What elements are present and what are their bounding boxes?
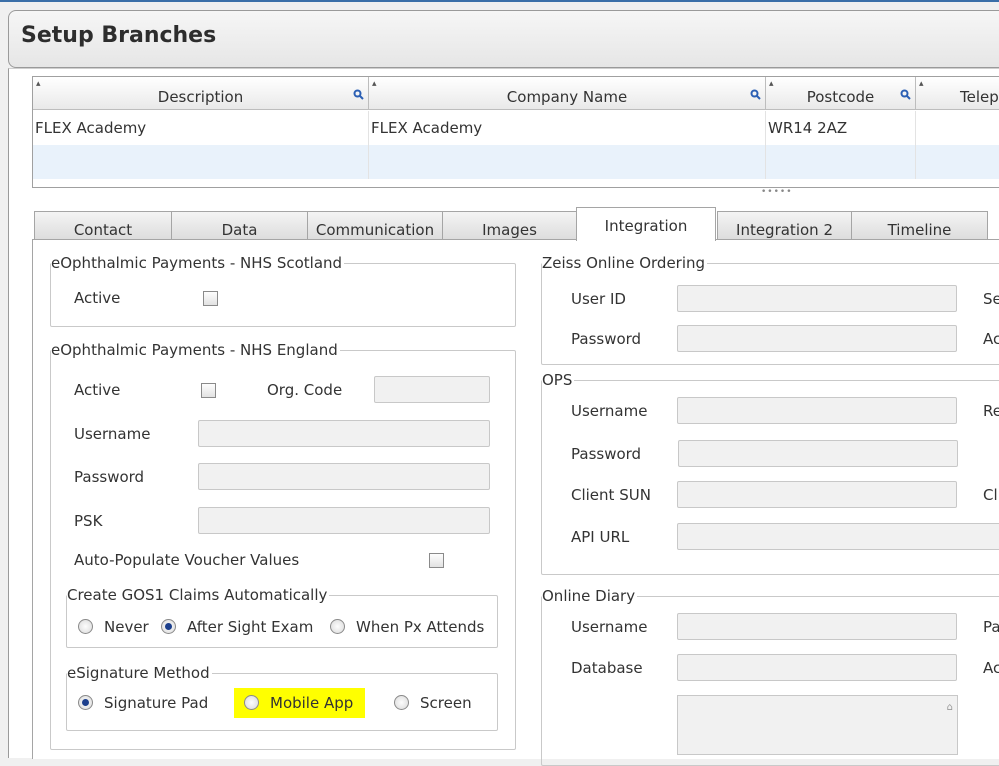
esignature-mobile-app-radio[interactable] — [244, 695, 259, 710]
tab-timeline[interactable]: Timeline — [851, 211, 988, 240]
table-cell — [33, 145, 369, 179]
diary-notes-textarea[interactable]: ⌂ — [677, 695, 958, 755]
gos1-never-label: Never — [104, 618, 149, 636]
column-header-label: Telep — [960, 88, 999, 106]
diary-database-input[interactable] — [677, 654, 957, 681]
psk-label: PSK — [74, 512, 103, 530]
zeiss-side-label-2: Ac — [983, 330, 999, 348]
username-input[interactable] — [198, 420, 490, 447]
sort-icon: ▴ — [769, 79, 774, 89]
group-legend: Online Diary — [542, 587, 638, 605]
ops-username-input[interactable] — [677, 397, 957, 424]
table-cell: FLEX Academy — [33, 111, 369, 145]
group-legend: OPS — [542, 371, 575, 389]
nhs-england-active-checkbox[interactable] — [201, 383, 216, 398]
tab-integration[interactable]: Integration — [576, 207, 716, 241]
gos1-after-sight-exam-label: After Sight Exam — [187, 618, 314, 636]
psk-input[interactable] — [198, 507, 490, 534]
diary-database-label: Database — [571, 659, 643, 677]
password-input[interactable] — [198, 463, 490, 490]
column-header-label: Description — [157, 88, 244, 106]
zeiss-password-input[interactable] — [677, 325, 957, 352]
table-cell: FLEX Academy — [369, 111, 766, 145]
diary-username-input[interactable] — [677, 613, 957, 640]
ops-api-url-label: API URL — [571, 528, 630, 546]
zeiss-user-id-input[interactable] — [677, 285, 957, 312]
table-cell: WR14 2AZ — [766, 111, 916, 145]
esignature-screen-radio[interactable] — [394, 695, 409, 710]
sort-icon: ▴ — [372, 79, 377, 89]
column-header-company-name[interactable]: ▴ Company Name — [369, 77, 766, 110]
gos1-after-sight-exam-radio[interactable] — [161, 619, 176, 634]
zeiss-side-label-1: Se — [983, 290, 999, 308]
column-header-label: Postcode — [806, 88, 875, 106]
ops-side-label-2: Cl — [983, 486, 998, 504]
ops-side-label-1: Re — [983, 402, 999, 420]
nhs-scotland-active-checkbox[interactable] — [203, 291, 218, 306]
table-cell — [916, 111, 999, 145]
auto-populate-label: Auto-Populate Voucher Values — [74, 551, 300, 569]
org-code-label: Org. Code — [267, 381, 343, 399]
ops-password-input[interactable] — [678, 440, 958, 467]
gos1-when-px-attends-label: When Px Attends — [356, 618, 485, 636]
column-header-label: Company Name — [506, 88, 628, 106]
table-row[interactable]: FLEX Academy FLEX Academy WR14 2AZ — [33, 111, 999, 145]
tab-images[interactable]: Images — [442, 211, 577, 240]
search-icon[interactable] — [900, 89, 911, 100]
password-label: Password — [74, 468, 145, 486]
esignature-mobile-app-label: Mobile App — [270, 694, 354, 712]
table-cell — [916, 145, 999, 179]
branches-grid: ▴ Description ▴ Company Name ▴ Postcode … — [32, 76, 999, 188]
sort-icon: ▴ — [36, 79, 41, 89]
gos1-when-px-attends-radio[interactable] — [330, 619, 345, 634]
esignature-signature-pad-label: Signature Pad — [104, 694, 209, 712]
nhs-scotland-active-label: Active — [74, 289, 121, 307]
tab-strip: Contact Data Communication Images Integr… — [34, 207, 999, 241]
group-legend: eOphthalmic Payments - NHS England — [51, 341, 340, 359]
ops-password-label: Password — [571, 445, 642, 463]
diary-side-label-1: Pa — [983, 618, 999, 636]
title-bar: Setup Branches — [8, 10, 999, 68]
group-legend: Create GOS1 Claims Automatically — [67, 586, 330, 604]
group-legend: Zeiss Online Ordering — [542, 254, 708, 272]
window-top-border — [0, 0, 999, 2]
ops-username-label: Username — [571, 402, 648, 420]
diary-username-label: Username — [571, 618, 648, 636]
search-icon[interactable] — [750, 89, 761, 100]
esignature-signature-pad-radio[interactable] — [78, 695, 93, 710]
column-header-description[interactable]: ▴ Description — [33, 77, 369, 110]
nhs-england-active-label: Active — [74, 381, 121, 399]
splitter-grip[interactable]: ••••• — [761, 187, 793, 197]
ops-client-sun-input[interactable] — [677, 481, 957, 508]
column-header-postcode[interactable]: ▴ Postcode — [766, 77, 916, 110]
sort-icon: ▴ — [919, 79, 924, 89]
zeiss-user-id-label: User ID — [571, 290, 626, 308]
column-header-telephone[interactable]: ▴ Telep — [916, 77, 999, 110]
table-cell — [766, 145, 916, 179]
esignature-screen-label: Screen — [420, 694, 472, 712]
table-row-empty[interactable] — [33, 145, 999, 179]
scroll-up-icon[interactable]: ⌂ — [947, 702, 953, 713]
search-icon[interactable] — [353, 89, 364, 100]
auto-populate-checkbox[interactable] — [429, 553, 444, 568]
group-legend: eOphthalmic Payments - NHS Scotland — [51, 254, 345, 272]
tab-contact[interactable]: Contact — [34, 211, 172, 240]
ops-client-sun-label: Client SUN — [571, 486, 651, 504]
tab-communication[interactable]: Communication — [307, 211, 443, 240]
org-code-input[interactable] — [374, 376, 490, 403]
gos1-never-radio[interactable] — [78, 619, 93, 634]
table-cell — [369, 145, 766, 179]
ops-api-url-input[interactable] — [677, 523, 999, 550]
username-label: Username — [74, 425, 151, 443]
tab-integration-2[interactable]: Integration 2 — [717, 211, 852, 240]
tab-data[interactable]: Data — [171, 211, 308, 240]
diary-side-label-2: Ac — [983, 659, 999, 677]
page-title: Setup Branches — [21, 23, 217, 48]
group-legend: eSignature Method — [67, 664, 212, 682]
zeiss-password-label: Password — [571, 330, 642, 348]
